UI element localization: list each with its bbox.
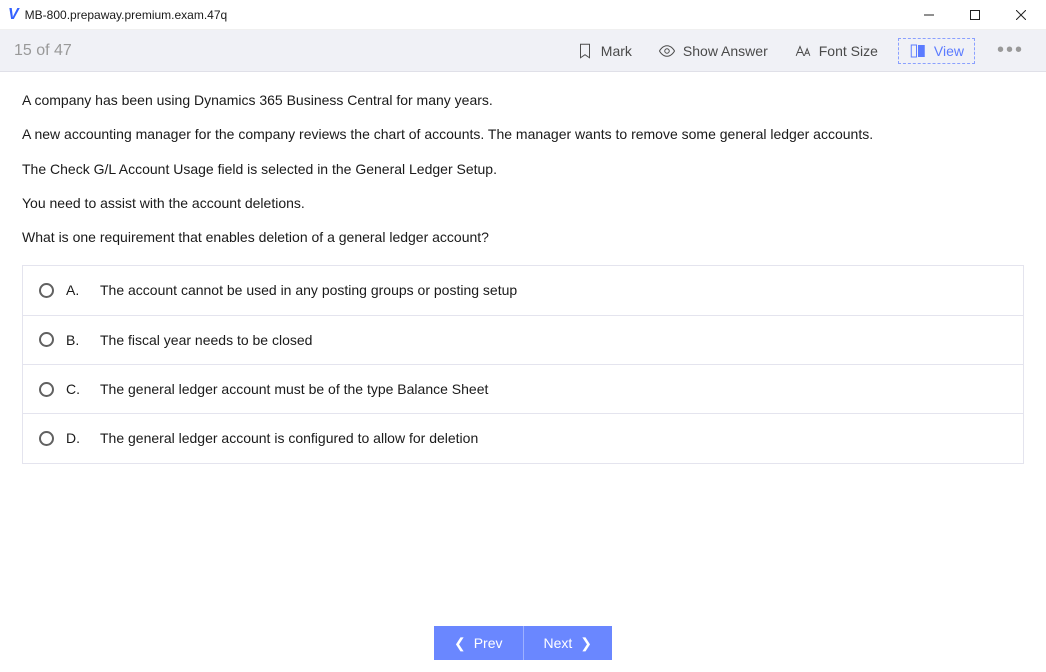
titlebar-left: V MB-800.prepaway.premium.exam.47q xyxy=(8,6,227,24)
window-maximize-button[interactable] xyxy=(952,0,998,30)
option-letter: D. xyxy=(66,428,88,448)
option-a[interactable]: A. The account cannot be used in any pos… xyxy=(23,266,1023,315)
bookmark-icon xyxy=(576,42,594,60)
question-content: A company has been using Dynamics 365 Bu… xyxy=(0,72,1046,624)
app-logo-icon: V xyxy=(8,6,19,24)
radio-icon xyxy=(39,332,54,347)
toolbar: 15 of 47 Mark Show Answer Font Size View… xyxy=(0,30,1046,72)
option-text: The general ledger account must be of th… xyxy=(100,379,1007,399)
question-paragraph: A company has been using Dynamics 365 Bu… xyxy=(22,90,1024,110)
show-answer-label: Show Answer xyxy=(683,43,768,59)
prev-label: Prev xyxy=(474,635,503,651)
question-counter: 15 of 47 xyxy=(14,42,72,60)
view-layout-icon xyxy=(909,42,927,60)
mark-label: Mark xyxy=(601,43,632,59)
radio-icon xyxy=(39,431,54,446)
option-letter: A. xyxy=(66,280,88,300)
view-button[interactable]: View xyxy=(898,38,975,64)
option-text: The fiscal year needs to be closed xyxy=(100,330,1007,350)
radio-icon xyxy=(39,283,54,298)
more-menu-button[interactable]: ••• xyxy=(989,39,1032,62)
next-button[interactable]: Next ❯ xyxy=(524,626,613,660)
view-label: View xyxy=(934,43,964,59)
option-text: The general ledger account is configured… xyxy=(100,428,1007,448)
question-paragraph: You need to assist with the account dele… xyxy=(22,193,1024,213)
footer-nav: ❮ Prev Next ❯ xyxy=(0,624,1046,672)
question-paragraph: The Check G/L Account Usage field is sel… xyxy=(22,159,1024,179)
mark-button[interactable]: Mark xyxy=(570,38,638,64)
font-size-button[interactable]: Font Size xyxy=(788,38,884,64)
window-titlebar: V MB-800.prepaway.premium.exam.47q xyxy=(0,0,1046,30)
chevron-left-icon: ❮ xyxy=(454,635,466,652)
chevron-right-icon: ❯ xyxy=(580,635,592,652)
question-paragraph: A new accounting manager for the company… xyxy=(22,124,1024,144)
question-paragraph: What is one requirement that enables del… xyxy=(22,227,1024,247)
window-minimize-button[interactable] xyxy=(906,0,952,30)
options-list: A. The account cannot be used in any pos… xyxy=(22,265,1024,463)
option-text: The account cannot be used in any postin… xyxy=(100,280,1007,300)
radio-icon xyxy=(39,382,54,397)
show-answer-button[interactable]: Show Answer xyxy=(652,38,774,64)
window-controls xyxy=(906,0,1044,30)
font-size-label: Font Size xyxy=(819,43,878,59)
window-close-button[interactable] xyxy=(998,0,1044,30)
next-label: Next xyxy=(544,635,573,651)
font-size-icon xyxy=(794,42,812,60)
question-text: A company has been using Dynamics 365 Bu… xyxy=(22,90,1024,247)
window-title: MB-800.prepaway.premium.exam.47q xyxy=(25,8,228,22)
dots-horizontal-icon: ••• xyxy=(997,39,1024,61)
option-letter: C. xyxy=(66,379,88,399)
option-letter: B. xyxy=(66,330,88,350)
eye-icon xyxy=(658,42,676,60)
option-b[interactable]: B. The fiscal year needs to be closed xyxy=(23,316,1023,365)
prev-button[interactable]: ❮ Prev xyxy=(434,626,524,660)
option-c[interactable]: C. The general ledger account must be of… xyxy=(23,365,1023,414)
option-d[interactable]: D. The general ledger account is configu… xyxy=(23,414,1023,462)
nav-button-group: ❮ Prev Next ❯ xyxy=(434,626,612,660)
